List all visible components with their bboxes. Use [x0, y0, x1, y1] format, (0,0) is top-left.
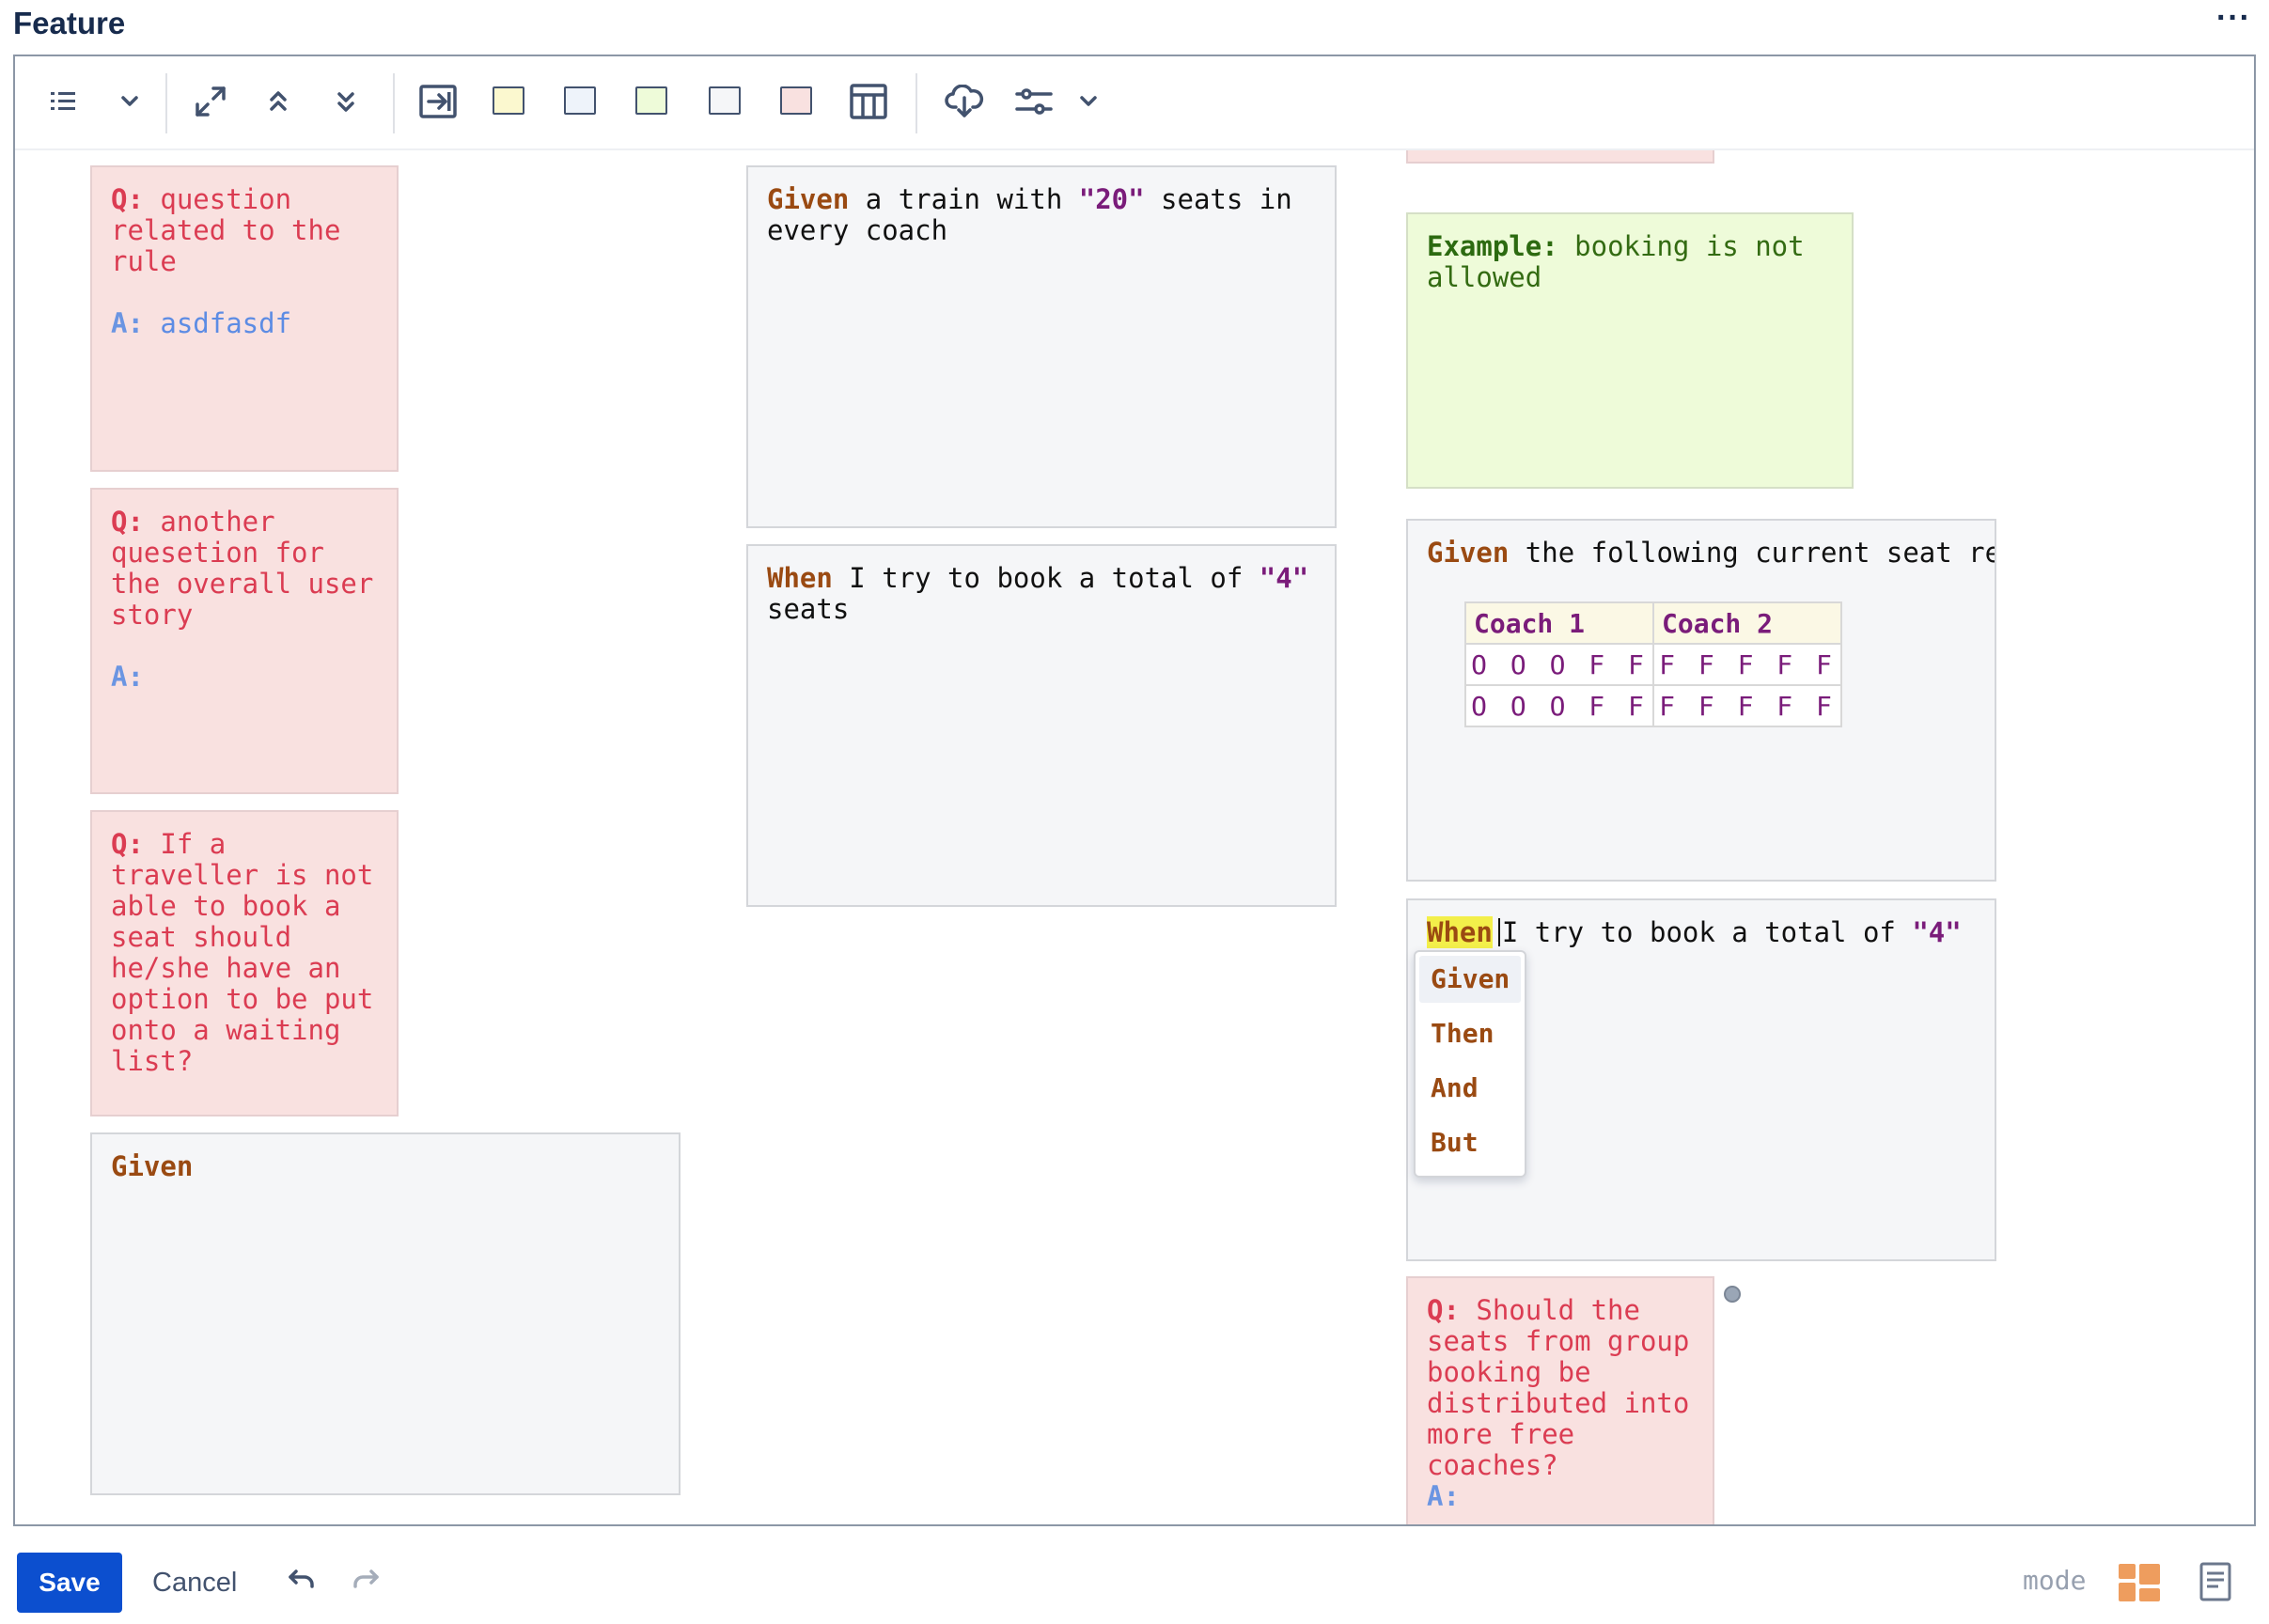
keyword-autocomplete: Given Then And But — [1414, 950, 1526, 1178]
given-keyword: Given — [767, 183, 850, 215]
example-label: Example: — [1427, 230, 1558, 262]
answer-text: asdfasdf — [143, 307, 292, 339]
q-label: Q: — [1427, 1294, 1460, 1326]
blue-swatch[interactable] — [564, 86, 596, 115]
red-swatch[interactable] — [780, 86, 812, 115]
table-cell[interactable]: O O O F F — [1464, 643, 1654, 686]
when-card-book[interactable]: When I try to book a total of "4" seats — [746, 544, 1337, 907]
dot — [1724, 1286, 1741, 1303]
when-keyword: When — [767, 562, 833, 594]
a-label: A: — [111, 661, 144, 693]
question-text: question related to the rule — [111, 183, 357, 277]
given-card-empty[interactable]: Given — [90, 1132, 681, 1495]
given-card-train[interactable]: Given a train with "20" seats in every c… — [746, 165, 1337, 528]
table-icon[interactable] — [846, 79, 891, 124]
question-card-4[interactable]: Q: Should the seats from group booking b… — [1406, 1276, 1714, 1524]
question-text: another quesetion for the overall user s… — [111, 506, 390, 631]
white-swatch[interactable] — [709, 86, 741, 115]
chevron-down-icon[interactable] — [1066, 79, 1111, 124]
expand-icon[interactable] — [188, 79, 233, 124]
q-label: Q: — [111, 183, 144, 215]
board-canvas: Q: question related to the rule A: asdfa… — [15, 56, 2254, 1524]
toolbar-divider — [915, 73, 917, 133]
list-icon[interactable] — [41, 79, 86, 124]
chevron-down-icon[interactable] — [107, 79, 152, 124]
table-header[interactable]: Coach 1 — [1464, 601, 1654, 645]
toolbar-divider — [165, 73, 167, 133]
document-mode-icon[interactable] — [2199, 1562, 2231, 1606]
editor-toolbar — [15, 56, 2254, 150]
question-card-3[interactable]: Q: If a traveller is not able to book a … — [90, 810, 399, 1116]
question-text: Should the seats from group booking be d… — [1427, 1294, 1706, 1481]
given-keyword: Given — [111, 1150, 194, 1182]
table-cell[interactable]: F F F F F — [1652, 643, 1842, 686]
autocomplete-option-then[interactable]: Then — [1416, 1007, 1525, 1061]
string-literal: "20" — [1078, 183, 1145, 215]
q-label: Q: — [111, 506, 144, 538]
question-card-2[interactable]: Q: another quesetion for the overall use… — [90, 488, 399, 794]
autocomplete-option-and[interactable]: And — [1416, 1061, 1525, 1116]
step-text: a train with — [849, 183, 1079, 215]
step-text: I try to book a total of — [832, 562, 1260, 594]
table-cell[interactable]: O O O F F — [1464, 684, 1654, 727]
string-literal: "4" — [1912, 916, 1962, 948]
string-literal: "4" — [1259, 562, 1309, 594]
given-keyword: Given — [1427, 537, 1510, 569]
autocomplete-option-given[interactable]: Given — [1419, 956, 1521, 1003]
cloud-download-icon[interactable] — [942, 79, 987, 124]
board-mode-icon[interactable] — [2119, 1564, 2160, 1606]
seat-table[interactable]: Coach 1 Coach 2 O O O F F F F F F F O O … — [1464, 601, 1842, 727]
more-options-icon[interactable]: ··· — [2216, 0, 2251, 37]
example-card[interactable]: Example: booking is not allowed — [1406, 212, 1854, 489]
when-keyword: When — [1427, 916, 1493, 948]
mode-label: mode — [2023, 1565, 2087, 1596]
step-text: I try to book a total of — [1501, 916, 1913, 948]
editor-frame: Q: question related to the rule A: asdfa… — [13, 55, 2256, 1526]
save-button[interactable]: Save — [17, 1553, 122, 1613]
yellow-swatch[interactable] — [493, 86, 524, 115]
undo-icon[interactable] — [288, 1568, 316, 1595]
footer-bar: Save Cancel mode — [0, 1530, 2269, 1624]
table-cell[interactable]: F F F F F — [1652, 684, 1842, 727]
redo-icon[interactable] — [352, 1568, 380, 1595]
table-header[interactable]: Coach 2 — [1652, 601, 1842, 645]
sliders-icon[interactable] — [1011, 79, 1056, 124]
page-title: Feature — [13, 6, 126, 40]
a-label: A: — [111, 307, 144, 339]
question-text: If a traveller is not able to book a sea… — [111, 828, 390, 1077]
green-swatch[interactable] — [635, 86, 667, 115]
cancel-button[interactable]: Cancel — [139, 1553, 250, 1613]
a-label: A: — [1427, 1480, 1460, 1512]
text-cursor — [1497, 918, 1500, 946]
collapse-down-icon[interactable] — [323, 79, 368, 124]
step-text: the following current seat re — [1509, 537, 1996, 569]
insert-icon[interactable] — [415, 79, 461, 124]
toolbar-divider — [393, 73, 395, 133]
collapse-up-icon[interactable] — [256, 79, 301, 124]
autocomplete-option-but[interactable]: But — [1416, 1116, 1525, 1170]
question-card-1[interactable]: Q: question related to the rule A: asdfa… — [90, 165, 399, 472]
q-label: Q: — [111, 828, 144, 860]
given-card-seats[interactable]: Given the following current seat re Coac… — [1406, 519, 1996, 882]
